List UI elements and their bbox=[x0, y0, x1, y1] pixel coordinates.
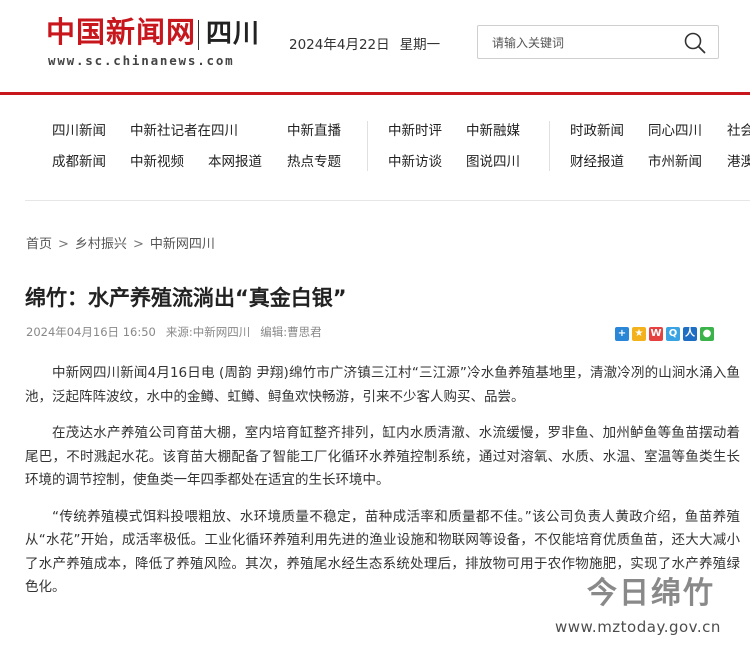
breadcrumb-separator: > bbox=[132, 237, 144, 252]
watermark-logo: 今日绵竹 bbox=[587, 576, 715, 611]
nav-item-politics[interactable]: 时政新闻 bbox=[570, 122, 624, 140]
nav-item-cities[interactable]: 市州新闻 bbox=[648, 153, 702, 171]
nav-bottom-divider bbox=[25, 200, 750, 201]
date-text: 2024年4月22日 bbox=[289, 37, 390, 53]
article-title: 绵竹：水产养殖流淌出“真金白银” bbox=[25, 286, 347, 310]
nav-item-sichuan-news[interactable]: 四川新闻 bbox=[52, 122, 106, 140]
wechat-icon[interactable]: ● bbox=[700, 327, 714, 341]
breadcrumb-chinanews-sichuan[interactable]: 中新网四川 bbox=[150, 237, 215, 252]
nav-item-topics[interactable]: 热点专题 bbox=[287, 153, 341, 171]
weibo-icon[interactable]: W bbox=[649, 327, 663, 341]
search-input[interactable] bbox=[492, 34, 672, 52]
site-header: 中国新闻网 四川 www.sc.chinanews.com 2024年4月22日… bbox=[0, 0, 750, 92]
share-bar: + ★ W Q 人 ● bbox=[615, 327, 714, 343]
article-datetime: 2024年04月16日 16:50 bbox=[26, 325, 156, 339]
qzone-icon[interactable]: ★ bbox=[632, 327, 646, 341]
article-source: 来源:中新网四川 bbox=[165, 325, 251, 339]
nav-item-commentary[interactable]: 中新时评 bbox=[388, 122, 442, 140]
watermark-url: www.mztoday.gov.cn bbox=[555, 618, 721, 636]
breadcrumb-separator: > bbox=[58, 237, 69, 252]
weekday-text: 星期一 bbox=[399, 37, 441, 53]
nav-item-reports[interactable]: 本网报道 bbox=[208, 153, 262, 171]
nav-item-chengdu[interactable]: 成都新闻 bbox=[52, 153, 106, 171]
breadcrumb-home[interactable]: 首页 bbox=[26, 237, 52, 252]
nav-divider bbox=[367, 121, 368, 171]
article-paragraph: 在茂达水产养殖公司育苗大棚，室内培育缸整齐排列，缸内水质清澈、水流缓慢，罗非鱼、… bbox=[25, 425, 740, 488]
nav-item-society[interactable]: 社会 bbox=[727, 122, 750, 140]
nav-item-photos[interactable]: 图说四川 bbox=[466, 153, 520, 171]
nav-item-finance[interactable]: 财经报道 bbox=[570, 153, 624, 171]
site-logo[interactable]: 中国新闻网 bbox=[46, 14, 196, 50]
article-meta: 2024年04月16日 16:50 来源:中新网四川 编辑:曹思君 bbox=[26, 324, 332, 340]
nav-item-video[interactable]: 中新视频 bbox=[130, 153, 184, 171]
renren-icon[interactable]: 人 bbox=[683, 327, 697, 341]
site-url: www.sc.chinanews.com bbox=[48, 53, 235, 68]
nav-item-united-front[interactable]: 同心四川 bbox=[648, 122, 702, 140]
breadcrumb: 首页 > 乡村振兴 > 中新网四川 bbox=[26, 233, 215, 252]
nav-item-reporters[interactable]: 中新社记者在四川 bbox=[130, 122, 238, 140]
nav-divider bbox=[549, 121, 550, 171]
nav-item-media[interactable]: 中新融媒 bbox=[466, 122, 520, 140]
add-icon[interactable]: + bbox=[615, 327, 629, 341]
nav-item-hk-macao[interactable]: 港澳 bbox=[727, 153, 750, 171]
site-region[interactable]: 四川 bbox=[206, 17, 260, 51]
qq-icon[interactable]: Q bbox=[666, 327, 680, 341]
logo-divider bbox=[198, 20, 199, 50]
search-icon[interactable] bbox=[683, 31, 707, 55]
main-nav: 四川新闻 中新社记者在四川 中新直播 中新时评 中新融媒 时政新闻 同心四川 社… bbox=[0, 95, 750, 189]
breadcrumb-rural-revitalization[interactable]: 乡村振兴 bbox=[75, 237, 127, 252]
search-box bbox=[477, 25, 719, 59]
article-paragraph: 中新网四川新闻4月16日电 (周韵 尹翔)绵竹市广济镇三江村“三江源”冷水鱼养殖… bbox=[25, 365, 740, 405]
current-date: 2024年4月22日 星期一 bbox=[289, 33, 440, 53]
nav-item-live[interactable]: 中新直播 bbox=[287, 122, 341, 140]
article-editor: 编辑:曹思君 bbox=[260, 325, 322, 339]
nav-item-interviews[interactable]: 中新访谈 bbox=[388, 153, 442, 171]
